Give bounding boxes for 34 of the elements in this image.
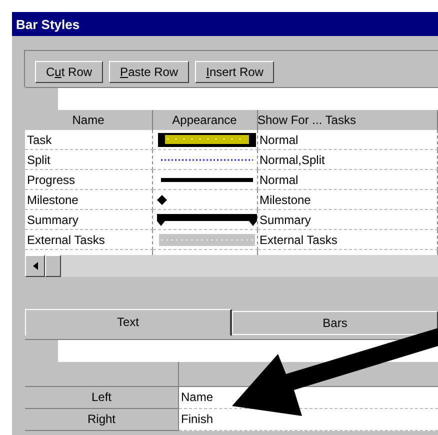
table-cell: Milestone [257,190,438,210]
table-cell: External Tasks [257,230,438,250]
table-cell: Milestone [25,190,152,210]
table-cell: Normal [257,170,438,190]
entry-field[interactable] [58,88,438,110]
column-header[interactable]: Show For ... Tasks [257,110,438,130]
scroll-left-button[interactable] [25,255,45,277]
table-cell: Split [25,150,152,170]
scrollbar[interactable] [25,255,438,277]
row-button[interactable]: Insert Row [195,61,274,83]
table-cell: External Tasks [25,230,152,250]
table-cell: Normal,Split [257,150,438,170]
row-button[interactable]: Paste Row [109,61,190,83]
table-cell[interactable]: Finish [179,409,438,431]
table-cell: Progress [25,170,152,190]
row-button[interactable]: Cut Row [35,61,104,83]
table-cell: Task [25,130,152,150]
table-cell: Normal [257,130,438,150]
table-cell: Summary [25,210,152,230]
task-bar-icon [156,132,256,148]
hatched-bar-icon [158,234,254,246]
row-label: Right [25,409,179,431]
row-label: Left [25,387,179,409]
column-header[interactable]: Name [25,110,152,130]
diamond-icon [156,194,166,204]
tab[interactable]: Text [25,309,232,336]
column-header[interactable]: Appearance [152,110,257,130]
summary-bar-icon [156,214,256,226]
tab[interactable]: Bars [232,311,438,335]
scroll-thumb[interactable] [45,255,61,277]
table-cell: Summary [257,210,438,230]
window-title: Bar Styles [12,12,438,36]
left-triangle-icon [32,262,38,270]
dotted-line-icon [158,158,254,162]
